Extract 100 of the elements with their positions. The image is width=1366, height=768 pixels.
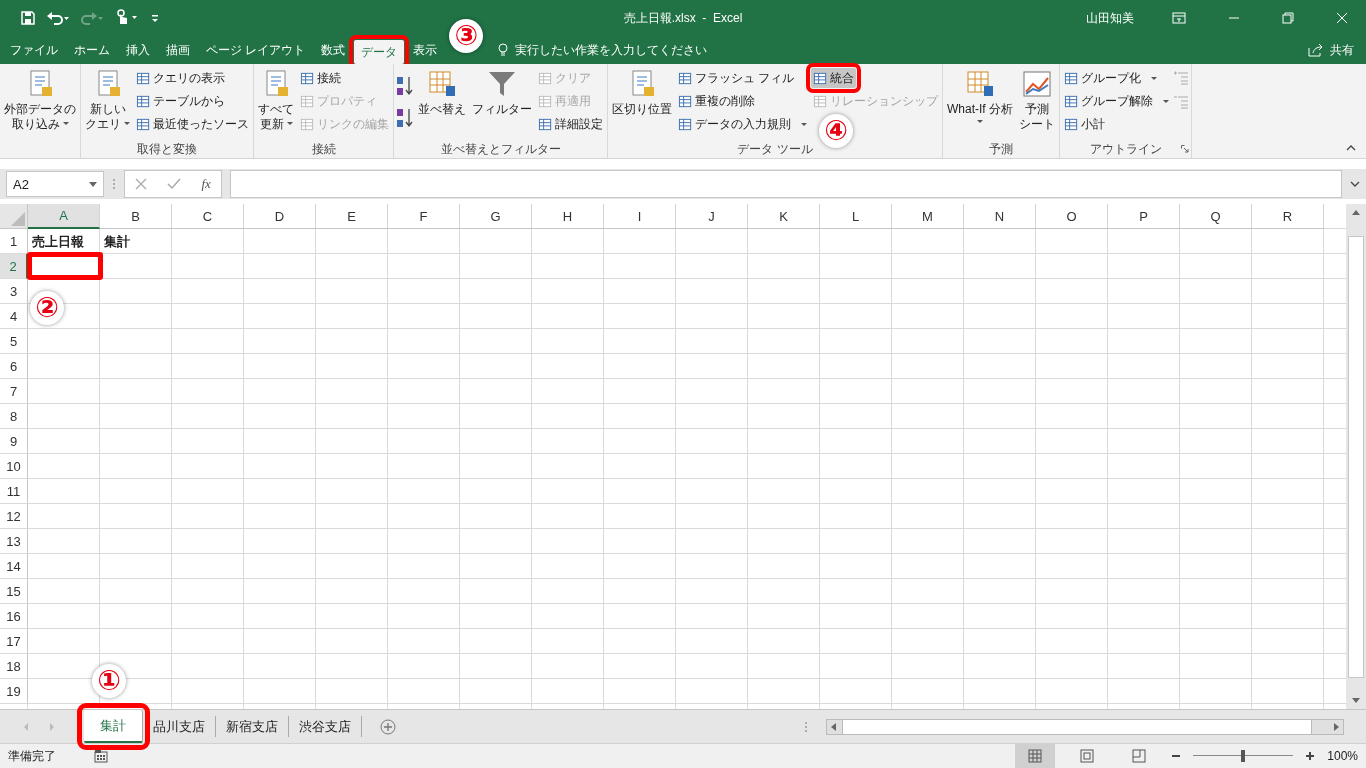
formula-field[interactable] <box>230 170 1342 198</box>
add-sheet-icon[interactable] <box>380 718 396 735</box>
ribbon-command[interactable]: データの入力規則 <box>676 114 809 134</box>
name-box[interactable]: A2 <box>6 171 104 197</box>
ribbon-tab[interactable]: ファイル <box>3 36 65 64</box>
ribbon-tab[interactable]: 表示 <box>406 36 445 64</box>
lightbulb-icon <box>497 43 510 57</box>
ribbon-command[interactable]: すべて 更新 <box>256 68 296 140</box>
zoom-level[interactable]: 100% <box>1327 749 1366 763</box>
caret-icon <box>286 122 293 126</box>
ribbon-command[interactable]: クエリの表示 <box>134 68 251 88</box>
column-header[interactable]: G <box>460 204 532 229</box>
row-header[interactable]: 2 <box>0 254 28 279</box>
ribbon-tab[interactable]: 挿入 <box>119 36 157 64</box>
collapse-ribbon-icon[interactable] <box>1346 144 1356 152</box>
ribbon-command[interactable]: 区切り位置 <box>610 68 674 140</box>
ribbon-command[interactable]: グループ解除 <box>1062 91 1171 111</box>
ribbon-tab[interactable]: ページ レイアウト <box>199 36 313 64</box>
ribbon-display-icon[interactable] <box>1172 12 1186 24</box>
ribbon-command[interactable]: 重複の削除 <box>676 91 809 111</box>
column-header[interactable]: R <box>1252 204 1324 229</box>
table-icon <box>538 93 553 109</box>
table-icon <box>538 70 553 86</box>
column-header[interactable]: F <box>388 204 460 229</box>
column-header[interactable]: B <box>100 204 172 229</box>
horizontal-scrollbar[interactable] <box>826 718 1344 735</box>
scroll-up-icon[interactable] <box>1352 210 1360 215</box>
column-header[interactable]: J <box>676 204 748 229</box>
restore-icon[interactable] <box>1282 12 1294 24</box>
undo-icon[interactable] <box>46 10 70 26</box>
ribbon-command[interactable]: 小計 <box>1062 114 1171 134</box>
ribbon-command[interactable]: 接続 <box>298 68 391 88</box>
column-header[interactable]: N <box>964 204 1036 229</box>
ribbon-command[interactable]: 最近使ったソース <box>134 114 251 134</box>
table-icon <box>1064 116 1079 132</box>
column-header[interactable]: E <box>316 204 388 229</box>
scroll-down-icon[interactable] <box>1352 698 1360 703</box>
column-header[interactable]: K <box>748 204 820 229</box>
user-name: 山田知美 <box>1086 9 1134 27</box>
column-header[interactable]: O <box>1036 204 1108 229</box>
table-icon <box>813 93 828 109</box>
column-header[interactable]: D <box>244 204 316 229</box>
vertical-scrollbar[interactable] <box>1346 204 1366 709</box>
ribbon-command[interactable]: 新しい クエリ <box>83 68 132 140</box>
caret-icon <box>62 122 69 126</box>
save-icon[interactable] <box>20 10 36 26</box>
ribbon-command[interactable]: 予測 シート <box>1017 68 1057 140</box>
share-button[interactable]: 共有 <box>1308 36 1366 64</box>
dropdown-arrow-icon[interactable] <box>89 181 97 187</box>
group-label: 取得と変換 <box>137 140 197 158</box>
column-header[interactable]: C <box>172 204 244 229</box>
zoom-in-icon[interactable] <box>1305 751 1316 761</box>
table-icon <box>678 93 693 109</box>
ribbon-tab[interactable]: 描画 <box>159 36 197 64</box>
column-header[interactable]: H <box>532 204 604 229</box>
caret-icon <box>1163 99 1169 103</box>
ribbon-tab[interactable]: 数式 <box>314 36 353 64</box>
ribbon-command[interactable]: 並べ替え <box>416 68 468 140</box>
cancel-icon[interactable] <box>135 178 148 190</box>
insert-function-button[interactable]: fx <box>201 176 211 192</box>
dialog-launcher-icon[interactable] <box>1181 145 1189 153</box>
enter-icon[interactable] <box>167 178 182 190</box>
group-label: 接続 <box>311 140 336 158</box>
table-icon <box>678 116 693 132</box>
caret-icon <box>801 122 807 126</box>
sort-ascending-icon[interactable] <box>396 75 414 98</box>
ribbon-command[interactable]: What-If 分析 <box>945 68 1015 140</box>
ribbon-command[interactable]: 詳細設定 <box>536 114 605 134</box>
scroll-left-icon[interactable] <box>831 722 836 731</box>
close-icon[interactable] <box>1336 12 1348 24</box>
caret-icon <box>977 120 983 123</box>
tell-me-field[interactable]: 実行したい作業を入力してください <box>493 36 708 64</box>
macro-recording-icon[interactable] <box>94 749 108 763</box>
sheet-tab[interactable]: 渋谷支店 <box>289 716 362 737</box>
column-header[interactable]: Q <box>1180 204 1252 229</box>
column-header[interactable]: I <box>604 204 676 229</box>
step-number: ② <box>30 291 64 325</box>
column-header[interactable]: L <box>820 204 892 229</box>
normal-view-icon[interactable] <box>1015 744 1056 768</box>
group-label: アウトライン <box>1089 140 1162 158</box>
active-cell[interactable] <box>27 252 103 280</box>
step-number: ④ <box>819 114 853 148</box>
scroll-right-icon[interactable] <box>1334 722 1339 731</box>
ribbon-command[interactable]: テーブルから <box>134 91 251 111</box>
table-icon <box>300 116 315 132</box>
ribbon-command[interactable]: グループ化 <box>1062 68 1171 88</box>
ribbon-tab[interactable]: ホーム <box>67 36 117 64</box>
sheet-tab[interactable]: 新宿支店 <box>216 716 289 737</box>
column-header[interactable]: A <box>28 204 100 229</box>
ribbon-command[interactable]: 外部データの 取り込み <box>2 68 78 140</box>
caret-icon <box>1151 76 1157 80</box>
table-icon <box>1064 93 1079 109</box>
sheet-tab[interactable]: 品川支店 <box>143 716 216 737</box>
column-header[interactable]: P <box>1108 204 1180 229</box>
column-header[interactable]: M <box>892 204 964 229</box>
sort-descending-icon[interactable] <box>396 106 414 129</box>
ribbon-command[interactable]: フィルター <box>470 68 534 140</box>
expand-icon[interactable] <box>1350 181 1360 187</box>
table-icon <box>136 93 151 109</box>
touch-icon[interactable] <box>114 9 140 27</box>
